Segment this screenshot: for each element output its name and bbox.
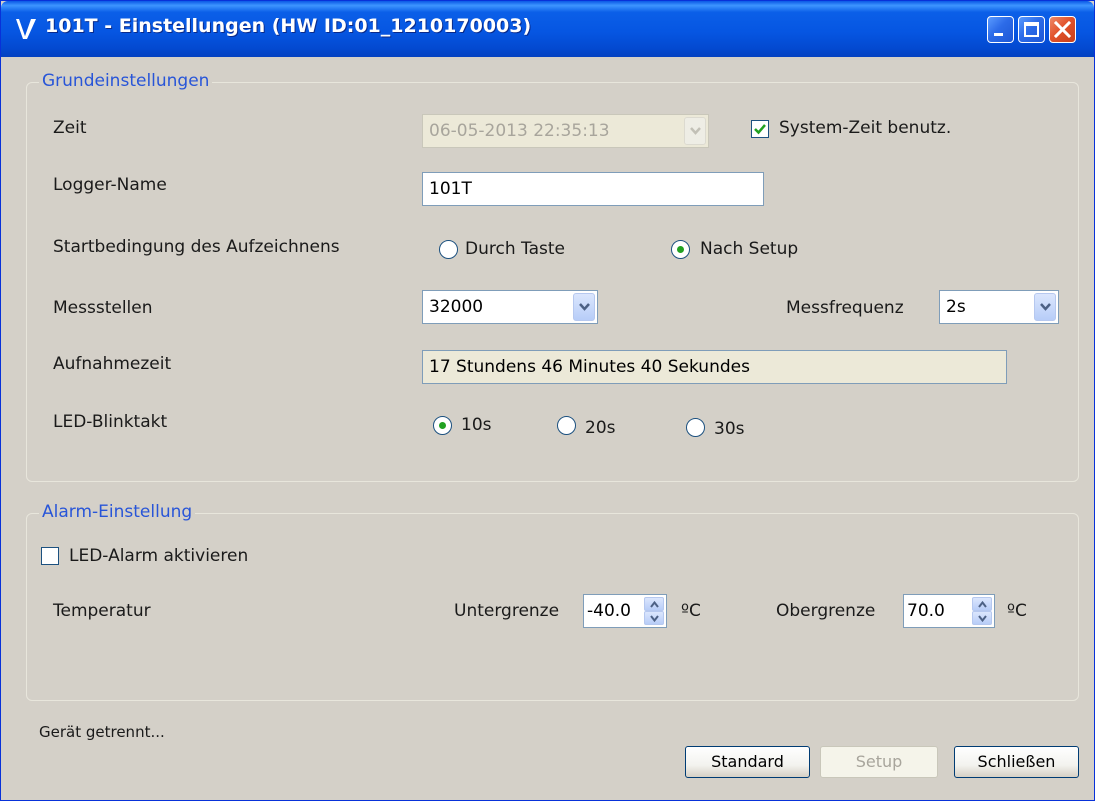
window-title: 101T - Einstellungen (HW ID:01_121017000… xyxy=(45,15,532,37)
standard-button[interactable]: Standard xyxy=(685,746,810,778)
maximize-icon xyxy=(1024,22,1039,37)
title-bar[interactable]: 101T - Einstellungen (HW ID:01_121017000… xyxy=(1,1,1094,57)
maximize-button[interactable] xyxy=(1018,16,1045,43)
logger-name-input[interactable]: 101T xyxy=(422,172,764,206)
chevron-down-icon xyxy=(1040,303,1051,311)
lower-limit-value: -40.0 xyxy=(587,601,631,621)
close-icon xyxy=(1053,20,1072,39)
system-time-label: System-Zeit benutz. xyxy=(779,118,952,138)
aufnahmezeit-field: 17 Stundens 46 Minutes 40 Sekundes xyxy=(422,350,1007,384)
system-time-checkbox[interactable] xyxy=(751,120,769,138)
lower-limit-spinner[interactable]: -40.0 xyxy=(583,594,667,628)
close-button[interactable]: Schließen xyxy=(954,746,1079,778)
led-blinktakt-label: LED-Blinktakt xyxy=(53,412,168,432)
messstellen-label: Messstellen xyxy=(53,298,153,318)
close-window-button[interactable] xyxy=(1049,16,1076,43)
aufnahmezeit-label: Aufnahmezeit xyxy=(53,354,172,374)
lower-limit-increase-button[interactable] xyxy=(644,597,664,611)
led-30s-label: 30s xyxy=(714,419,745,439)
led-20s-label: 20s xyxy=(585,418,616,438)
upper-limit-spinner[interactable]: 70.0 xyxy=(903,594,995,628)
checkmark-icon xyxy=(754,124,766,135)
lower-limit-unit: ºC xyxy=(681,601,701,621)
start-after-setup-radio[interactable] xyxy=(671,240,690,259)
chevron-up-icon xyxy=(978,601,987,608)
start-by-button-radio[interactable] xyxy=(439,240,458,259)
status-text: Gerät getrennt... xyxy=(39,723,165,741)
upper-limit-decrease-button[interactable] xyxy=(972,611,992,625)
messfrequenz-dropdown[interactable]: 2s xyxy=(939,290,1059,324)
minimize-icon xyxy=(994,33,1003,36)
settings-window: 101T - Einstellungen (HW ID:01_121017000… xyxy=(0,0,1095,801)
upper-limit-increase-button[interactable] xyxy=(972,597,992,611)
chevron-down-icon xyxy=(579,303,590,311)
led-20s-radio[interactable] xyxy=(557,416,576,435)
zeit-dropdown-button xyxy=(684,117,706,145)
led-alarm-checkbox[interactable] xyxy=(41,547,59,565)
zeit-dropdown: 06-05-2013 22:35:13 xyxy=(422,114,709,148)
messstellen-value: 32000 xyxy=(429,297,484,317)
upper-limit-value: 70.0 xyxy=(907,601,945,621)
setup-button: Setup xyxy=(820,746,938,778)
messstellen-dropdown-button[interactable] xyxy=(573,293,595,321)
logger-name-value: 101T xyxy=(429,179,472,199)
lower-limit-decrease-button[interactable] xyxy=(644,611,664,625)
chevron-down-icon xyxy=(978,615,987,622)
start-condition-label: Startbedingung des Aufzeichnens xyxy=(53,237,340,257)
chevron-up-icon xyxy=(650,601,659,608)
zeit-value: 06-05-2013 22:35:13 xyxy=(429,121,610,141)
messfrequenz-dropdown-button[interactable] xyxy=(1034,293,1056,321)
messfrequenz-value: 2s xyxy=(946,297,966,317)
lower-limit-label: Untergrenze xyxy=(454,601,560,621)
messfrequenz-label: Messfrequenz xyxy=(786,298,904,318)
start-after-setup-label: Nach Setup xyxy=(700,239,799,259)
alarm-settings-title: Alarm-Einstellung xyxy=(39,502,196,522)
zeit-label: Zeit xyxy=(53,118,87,138)
aufnahmezeit-value: 17 Stundens 46 Minutes 40 Sekundes xyxy=(429,357,750,377)
messstellen-dropdown[interactable]: 32000 xyxy=(422,290,598,324)
upper-limit-label: Obergrenze xyxy=(776,601,876,621)
led-10s-label: 10s xyxy=(461,415,492,435)
v-logo-icon xyxy=(16,19,36,39)
minimize-button[interactable] xyxy=(987,16,1014,43)
chevron-down-icon xyxy=(690,127,701,135)
led-30s-radio[interactable] xyxy=(686,418,705,437)
upper-limit-unit: ºC xyxy=(1007,601,1027,621)
led-10s-radio[interactable] xyxy=(433,416,452,435)
led-alarm-label: LED-Alarm aktivieren xyxy=(69,546,249,566)
chevron-down-icon xyxy=(650,615,659,622)
logger-name-label: Logger-Name xyxy=(53,175,167,195)
start-by-button-label: Durch Taste xyxy=(465,239,565,259)
basic-settings-title: Grundeinstellungen xyxy=(39,71,213,91)
temperature-label: Temperatur xyxy=(53,601,151,621)
